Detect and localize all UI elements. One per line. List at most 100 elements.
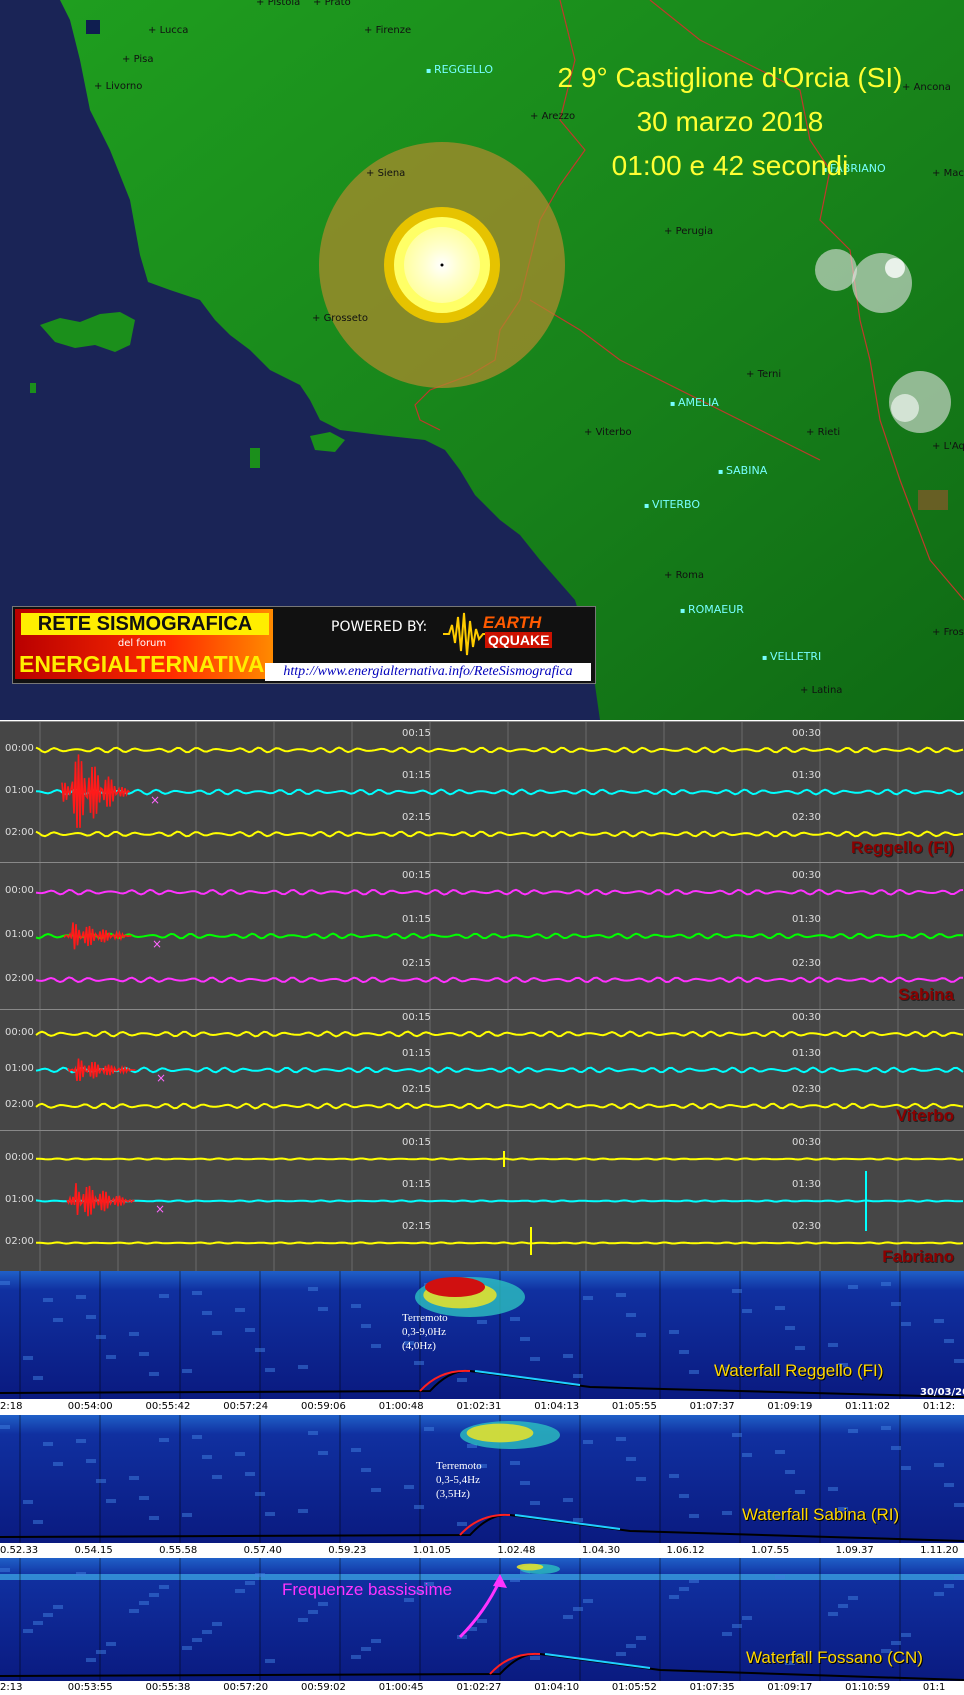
row-label: 00:00 (5, 885, 34, 897)
time-tick-label: 01:12: (922, 1401, 956, 1412)
mid-time-label: 01:15 (402, 770, 431, 781)
logo-line1: RETE SISMOGRAFICA (21, 613, 269, 635)
svg-text:×: × (150, 793, 160, 807)
time-tick-label: 1.07.55 (751, 1545, 790, 1556)
row-label: 02:00 (5, 1099, 34, 1110)
time-tick-label: 1.04.30 (581, 1545, 621, 1556)
city-label: Lucca (148, 25, 189, 36)
svg-text:×: × (156, 1071, 166, 1085)
brand-earth: EARTH (483, 613, 542, 632)
time-axis-2: 0.52.33 0.54.15 0.55.58 0.57.40 0.59.23 1.01.… (0, 1544, 964, 1558)
right-time-label: 00:30 (792, 870, 821, 882)
station-label-viterbo: VITERBO (644, 498, 700, 511)
time-tick-label: 01:1 (922, 1682, 946, 1693)
mid-time-label: 00:15 (402, 728, 431, 739)
mid-time-label: 00:15 (402, 870, 431, 882)
waterfall-date: 30/03/20 (920, 1387, 964, 1398)
right-time-label: 01:30 (792, 770, 821, 781)
city-label: Siena (366, 168, 406, 179)
seismogram-icon (443, 612, 487, 656)
event-location-title: 2 9° Castiglione d'Orcia (SI) (557, 62, 903, 93)
time-tick-label: 01:09:19 (767, 1401, 813, 1412)
svg-text:×: × (155, 1202, 165, 1216)
waterfall-note: Terremoto 0,3-5,4Hz (3,5Hz) (436, 1460, 482, 1500)
time-tick-label: 0.59.23 (328, 1545, 367, 1556)
time-tick-label: 01:11:02 (845, 1401, 891, 1412)
time-tick-label: 00:55:38 (145, 1682, 191, 1693)
city-label: Rieti (806, 427, 841, 438)
time-tick-label: 1.01.05 (412, 1545, 451, 1556)
time-tick-label: 1.09.37 (835, 1545, 874, 1556)
right-time-label: 01:30 (792, 1048, 821, 1059)
time-tick-label: 00:59:02 (300, 1682, 346, 1693)
logo-line2: del forum (117, 638, 167, 649)
row-label: 01:00 (5, 929, 34, 940)
time-tick-label: 01:05:55 (611, 1401, 657, 1412)
waterfall-sabina: Terremoto 0,3-5,4Hz (3,5Hz) Waterfall Sabi… (0, 1415, 964, 1543)
mid-time-label: 01:15 (402, 1048, 431, 1059)
right-time-label: 02:30 (792, 1084, 821, 1095)
city-label: Pistoia (256, 0, 301, 8)
right-time-label: 02:30 (792, 957, 821, 969)
waterfall-fossano: Frequenze bassissime Waterfall Fossano (… (0, 1558, 964, 1682)
station-label-reggello: REGGELLO (426, 63, 493, 76)
right-time-label: 02:30 (792, 1221, 821, 1232)
time-tick-label: 00:57:20 (223, 1682, 269, 1693)
city-label: Pisa (122, 54, 154, 65)
city-label: Roma (664, 570, 705, 581)
time-tick-label: 0.52.33 (0, 1545, 39, 1556)
time-tick-label: 01:07:37 (689, 1401, 735, 1412)
helicorder-panel: × 00:00 00:15 00:30 01:00 01:15 01:30 02:00 02:1… (0, 1009, 964, 1130)
station-label-sabina: SABINA (718, 464, 767, 477)
city-label: Grosseto (312, 313, 368, 324)
city-label: Perugia (664, 226, 714, 237)
row-label: 02:00 (5, 827, 34, 838)
time-tick-label: 01:10:59 (845, 1682, 891, 1693)
time-tick-label: 1.02.48 (497, 1545, 536, 1556)
right-time-label: 01:30 (792, 914, 821, 925)
time-tick-label: 00:57:24 (223, 1401, 269, 1412)
mid-time-label: 02:15 (402, 1084, 431, 1095)
powered-by-label: POWERED BY: (331, 619, 428, 635)
time-tick-label: 00:53:55 (67, 1682, 113, 1693)
helicorder-panel: × 00:00 00:15 00:30 01:00 01:15 01:30 02:00 02:1… (0, 721, 964, 862)
city-label: Latina (800, 685, 843, 696)
row-label: 00:00 (5, 1152, 34, 1163)
time-tick-label: 0.55.58 (159, 1545, 198, 1556)
brand-qquake: QQUAKE (485, 632, 553, 648)
time-tick-label: 01:02:31 (456, 1401, 502, 1412)
city-label: Prato (313, 0, 351, 8)
time-tick-label: 01:09:17 (767, 1682, 813, 1693)
helicorder-panel: × 00:00 00:15 00:30 01:00 01:15 01:30 02:00 02:1… (0, 1130, 964, 1271)
mid-time-label: 01:15 (402, 1179, 431, 1190)
row-label: 01:00 (5, 785, 34, 796)
city-label: Frosinone (932, 627, 964, 638)
time-tick-label: 1.06.12 (666, 1545, 705, 1556)
time-tick-label: 2:18 (0, 1401, 23, 1412)
city-label: Terni (746, 369, 782, 380)
time-tick-label: 01:07:35 (689, 1682, 735, 1693)
network-logo: RETE SISMOGRAFICA del forum ENERGIALTERN… (12, 606, 596, 684)
right-time-label: 01:30 (792, 1179, 821, 1190)
time-tick-label: 2:13 (0, 1682, 23, 1693)
event-time: 01:00 e 42 secondi (611, 150, 849, 181)
time-tick-label: 00:54:00 (67, 1401, 113, 1412)
waterfall-note: Terremoto 0,3-9,0Hz (4,0Hz) (402, 1312, 448, 1352)
network-url-link[interactable]: http://www.energialternativa.info/ReteSi… (265, 663, 591, 681)
row-label: 01:00 (5, 1194, 34, 1205)
time-tick-label: 01:00:45 (378, 1682, 424, 1693)
station-label-romaeur: ROMAEUR (680, 603, 744, 616)
waterfall-label: Waterfall Fossano (CN) (746, 1648, 923, 1667)
time-axis-1: 2:18 00:54:00 00:55:42 00:57:24 00:59:06 01:0… (0, 1400, 964, 1414)
arrow-icon (458, 1574, 507, 1639)
station-label-amelia: AMELIA (670, 396, 719, 409)
helicorder-traces: × (35, 1131, 964, 1271)
logo-line3: ENERGIALTERNATIVA (19, 651, 265, 677)
time-tick-label: 01:04:10 (534, 1682, 580, 1693)
station-name: Reggello (FI) (851, 838, 954, 857)
mid-time-label: 02:15 (402, 812, 431, 823)
waterfall-label: Waterfall Sabina (RI) (742, 1505, 900, 1524)
right-time-label: 00:30 (792, 1012, 821, 1023)
city-label: Macerata (932, 168, 964, 179)
waterfall-reggello: Terremoto 0,3-9,0Hz (4,0Hz) Waterfall Regg… (0, 1271, 964, 1399)
